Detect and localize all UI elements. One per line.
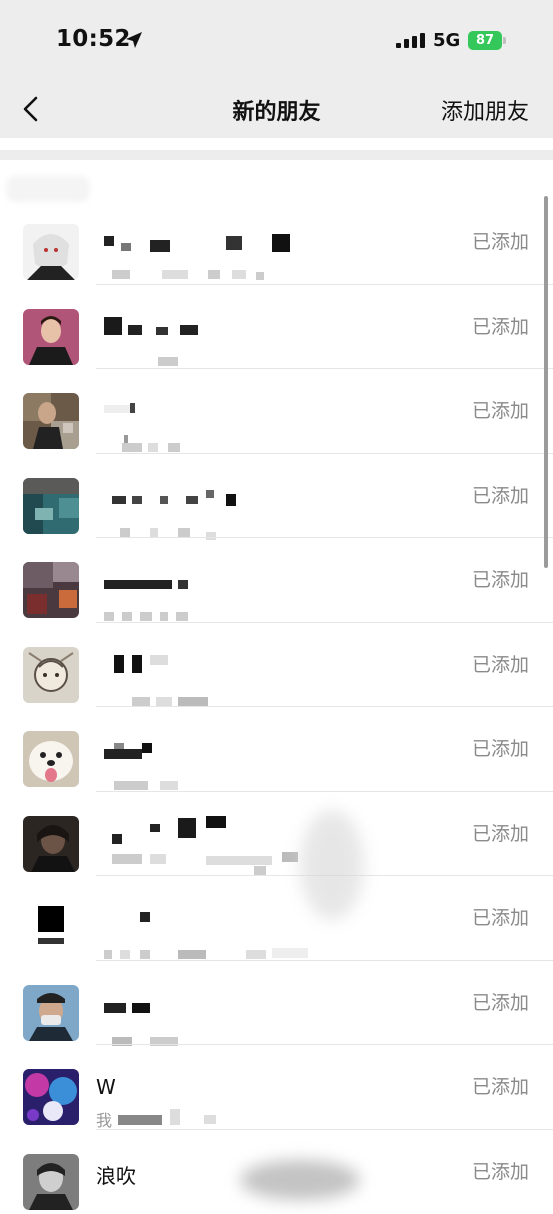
- friend-row[interactable]: 已添加: [0, 707, 553, 792]
- friend-row[interactable]: 已添加: [0, 792, 553, 877]
- location-arrow-icon: [124, 30, 144, 50]
- status-time: 10:52: [56, 26, 131, 52]
- avatar: [23, 647, 79, 703]
- avatar: [23, 393, 79, 449]
- added-status: 已添加: [472, 1072, 529, 1099]
- friend-row[interactable]: 已添加: [0, 454, 553, 539]
- add-friend-button[interactable]: 添加朋友: [441, 94, 529, 126]
- added-status: 已添加: [472, 734, 529, 761]
- friend-row[interactable]: 已添加: [0, 538, 553, 623]
- added-status: 已添加: [472, 396, 529, 423]
- signal-icon: [396, 33, 426, 49]
- friend-row[interactable]: 已添加: [0, 285, 553, 370]
- battery-indicator: 87: [468, 31, 502, 50]
- separator-bar: [0, 150, 553, 160]
- navigation-bar: 新的朋友 添加朋友: [0, 80, 553, 138]
- friend-row[interactable]: 已添加: [0, 876, 553, 961]
- added-status: 已添加: [472, 227, 529, 254]
- friend-name: 浪吹: [96, 1160, 136, 1189]
- added-status: 已添加: [472, 1157, 529, 1184]
- added-status: 已添加: [472, 481, 529, 508]
- added-status: 已添加: [472, 565, 529, 592]
- scrollbar[interactable]: [544, 196, 548, 568]
- avatar: [23, 985, 79, 1041]
- friend-row[interactable]: 已添加: [0, 961, 553, 1046]
- added-status: 已添加: [472, 903, 529, 930]
- added-status: 已添加: [472, 988, 529, 1015]
- avatar: [23, 900, 79, 956]
- section-header: [0, 160, 553, 200]
- added-status: 已添加: [472, 312, 529, 339]
- battery-tip: [503, 37, 506, 44]
- network-type: 5G: [433, 30, 460, 51]
- friend-row[interactable]: 已添加: [0, 623, 553, 708]
- section-header-blurred: [6, 176, 90, 202]
- status-bar: 10:52 5G 87: [0, 0, 553, 80]
- friend-row[interactable]: W 我 已添加: [0, 1045, 553, 1130]
- avatar: [23, 309, 79, 365]
- avatar: [23, 224, 79, 280]
- avatar: [23, 562, 79, 618]
- image-smudge: [240, 1160, 360, 1200]
- new-friends-list: 已添加 已添加: [0, 200, 553, 1214]
- avatar: [23, 731, 79, 787]
- avatar: [23, 816, 79, 872]
- avatar: [23, 478, 79, 534]
- avatar: [23, 1154, 79, 1210]
- added-status: 已添加: [472, 650, 529, 677]
- friend-name: W: [96, 1075, 116, 1099]
- battery-level: 87: [476, 33, 494, 48]
- image-smudge: [300, 810, 364, 920]
- friend-row[interactable]: 已添加: [0, 200, 553, 285]
- friend-message: 我: [96, 1107, 112, 1131]
- avatar: [23, 1069, 79, 1125]
- separator-band: [0, 138, 553, 150]
- added-status: 已添加: [472, 819, 529, 846]
- friend-row[interactable]: 已添加: [0, 369, 553, 454]
